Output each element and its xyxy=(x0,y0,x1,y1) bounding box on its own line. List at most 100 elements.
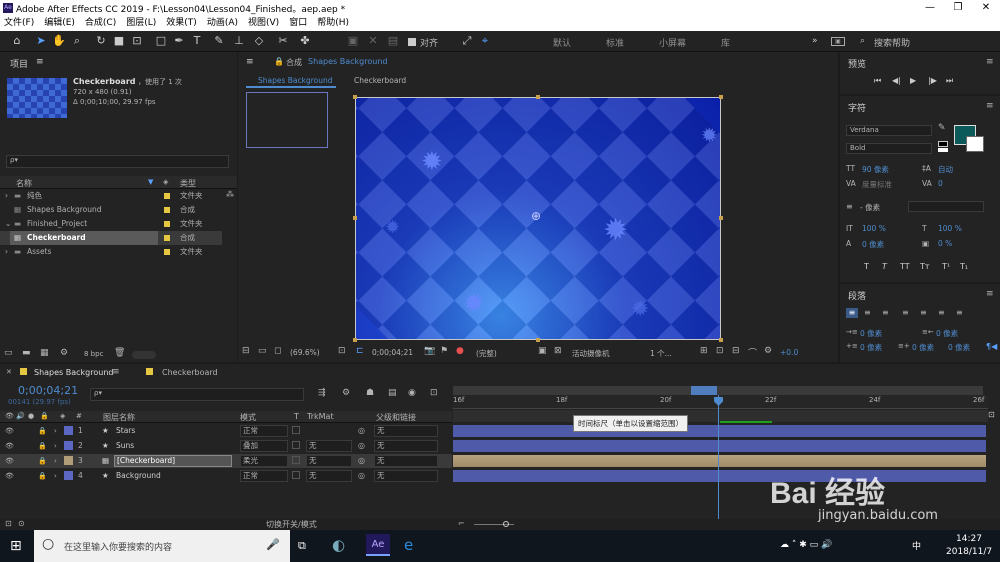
axis-world-icon[interactable]: ✕ xyxy=(366,34,380,48)
current-time-indicator[interactable] xyxy=(718,395,719,520)
horizontal-scale-value[interactable]: 100 % xyxy=(938,224,962,233)
lock-icon[interactable]: 🔒 xyxy=(38,424,47,438)
trkmat-dropdown[interactable]: 无 xyxy=(306,470,352,482)
col-t[interactable]: T xyxy=(294,412,299,421)
stroke-order-dropdown[interactable] xyxy=(908,201,984,212)
bbox-handle[interactable] xyxy=(719,216,723,220)
lock-icon[interactable]: 🔒 xyxy=(38,469,47,483)
delete-icon[interactable]: 🗑 xyxy=(114,348,125,358)
menu-file[interactable]: 文件(F) xyxy=(4,16,34,31)
lock-icon[interactable]: 🔒 xyxy=(38,454,47,468)
list-item[interactable]: ▦ Shapes Background 合成 xyxy=(0,203,222,217)
tab-timeline-shapes-background[interactable]: Shapes Background xyxy=(34,368,114,377)
table-row[interactable]: 👁 🔒 › 1 ★ Stars 正常 ◎ 无 xyxy=(0,424,452,438)
layer-bar-checkerboard[interactable] xyxy=(453,455,986,467)
zoom-slider-knob[interactable] xyxy=(503,521,509,527)
indent-right-value[interactable]: 0 像素 xyxy=(936,328,958,339)
menu-layer[interactable]: 图层(L) xyxy=(126,16,156,31)
paragraph-menu-icon[interactable]: ≡ xyxy=(986,289,994,299)
menu-composition[interactable]: 合成(C) xyxy=(85,16,116,31)
list-item[interactable]: › ▬ 纯色 文件夹 xyxy=(0,189,222,203)
pick-whip-icon[interactable]: ◎ xyxy=(358,469,365,483)
region-of-interest-icon[interactable]: ⊡ xyxy=(338,346,346,356)
snapshot-camera-icon[interactable]: 📷 xyxy=(424,346,435,356)
small-caps-button[interactable]: Tт xyxy=(920,262,930,271)
last-frame-icon[interactable]: ⏭ xyxy=(946,76,953,86)
preserve-transparency-checkbox[interactable] xyxy=(292,441,300,449)
col-layer-name[interactable]: 图层名称 xyxy=(103,412,135,423)
table-row[interactable]: 👁 🔒 › 2 ★ Suns 叠加 无 ◎ 无 xyxy=(0,439,452,453)
col-name-header[interactable]: 名称 xyxy=(16,178,32,189)
eye-icon[interactable]: 👁 xyxy=(5,439,14,453)
zoom-tool-icon[interactable]: ⌕ xyxy=(70,34,84,48)
shy-layers-icon[interactable]: ☗ xyxy=(366,388,374,398)
channel-rgb-icon[interactable]: ● xyxy=(456,346,464,356)
interpret-footage-icon[interactable]: ▭ xyxy=(4,348,13,358)
microphone-icon[interactable]: 🎤 xyxy=(266,538,280,551)
tracking-value[interactable]: 0 xyxy=(938,179,943,188)
indent-left-value[interactable]: 0 像素 xyxy=(860,328,882,339)
font-size-value[interactable]: 90 像素 xyxy=(862,164,889,175)
current-time-display[interactable]: 0;00;04;21 xyxy=(372,348,413,357)
justify-all-icon[interactable]: ≡ xyxy=(956,308,963,317)
brush-tool-icon[interactable]: ✎ xyxy=(212,34,226,48)
home-icon[interactable]: ⌂ xyxy=(10,34,24,48)
help-search-input[interactable]: 搜索帮助 xyxy=(874,36,910,49)
bbox-handle[interactable] xyxy=(536,95,540,99)
menu-edit[interactable]: 编辑(E) xyxy=(44,16,75,31)
label-color-swatch[interactable] xyxy=(164,249,170,255)
bbox-handle[interactable] xyxy=(353,216,357,220)
kerning-value[interactable]: 度量标准 xyxy=(862,179,892,190)
layer-bar-stars[interactable] xyxy=(453,425,986,437)
tray-icons[interactable]: ☁ ˄ ✱ ▭ 🔊 xyxy=(780,540,832,550)
label-color-swatch[interactable] xyxy=(64,471,73,480)
snap-target-icon[interactable]: ⌖ xyxy=(478,34,492,48)
timeline-menu-icon[interactable]: ≡ xyxy=(112,367,120,377)
minimize-button[interactable]: — xyxy=(916,0,944,16)
label-color-swatch[interactable] xyxy=(64,456,73,465)
sync-icon[interactable]: ▣ xyxy=(831,37,845,46)
magnification-dropdown[interactable]: (69.6%) xyxy=(290,348,320,357)
selection-tool-icon[interactable]: ➤ xyxy=(34,34,48,48)
mask-visibility-icon[interactable]: ◻ xyxy=(274,346,281,356)
edge-browser-icon[interactable]: e xyxy=(404,536,413,554)
search-icon[interactable]: ⌕ xyxy=(860,36,865,46)
space-before-value[interactable]: 0 像素 xyxy=(860,342,882,353)
toggle-transparency-icon[interactable]: ⊠ xyxy=(554,346,562,356)
comp-button-icon[interactable]: ⊡ xyxy=(988,410,1000,430)
zoom-out-icon[interactable]: ⌐ xyxy=(458,519,465,528)
preserve-transparency-checkbox[interactable] xyxy=(292,471,300,479)
hand-tool-icon[interactable]: ✋ xyxy=(52,34,66,48)
preview-menu-icon[interactable]: ≡ xyxy=(986,57,994,67)
clock-date[interactable]: 2018/11/7 xyxy=(946,547,992,557)
twirl-chevron-right-icon[interactable]: › xyxy=(54,469,57,483)
work-area-navigator[interactable] xyxy=(453,386,983,395)
white-swatch[interactable] xyxy=(938,148,948,152)
show-snapshot-icon[interactable]: ⚑ xyxy=(440,346,448,356)
col-mode[interactable]: 模式 xyxy=(240,412,256,423)
after-effects-taskbar-icon[interactable]: Ae xyxy=(366,534,390,556)
blend-mode-dropdown[interactable]: 正常 xyxy=(240,470,288,482)
justify-right-icon[interactable]: ≡ xyxy=(938,308,945,317)
faux-bold-button[interactable]: T xyxy=(864,262,869,271)
snap-checkbox[interactable] xyxy=(408,38,416,46)
toggle-switches-modes-button[interactable]: 切换开关/模式 xyxy=(266,519,317,530)
pen-tool-icon[interactable]: ✒ xyxy=(172,34,186,48)
black-swatch[interactable] xyxy=(938,141,948,147)
tab-checkerboard[interactable]: Checkerboard xyxy=(354,76,406,85)
first-frame-icon[interactable]: ⏮ xyxy=(874,76,881,86)
subscript-button[interactable]: T₁ xyxy=(960,262,968,271)
draft-3d-icon[interactable]: ⌒ xyxy=(748,346,757,359)
draft-3d-icon[interactable]: ⚙ xyxy=(342,388,350,398)
comp-menu-icon[interactable]: ≡ xyxy=(246,57,254,67)
trkmat-dropdown[interactable]: 无 xyxy=(306,440,352,452)
previous-frame-icon[interactable]: ◀| xyxy=(892,76,901,85)
windows-start-icon[interactable]: ⊞ xyxy=(10,538,22,554)
flowchart-icon[interactable]: ⊡ xyxy=(716,346,724,356)
transparency-grid-icon[interactable]: ⊏ xyxy=(356,346,364,356)
list-item[interactable]: ⌄ ▬ Finished_Project 文件夹 xyxy=(0,217,222,231)
pick-whip-icon[interactable]: ◎ xyxy=(358,424,365,438)
label-color-swatch[interactable] xyxy=(164,221,170,227)
eye-icon[interactable]: 👁 xyxy=(5,424,14,438)
workspace-library[interactable]: 库 xyxy=(721,36,730,49)
